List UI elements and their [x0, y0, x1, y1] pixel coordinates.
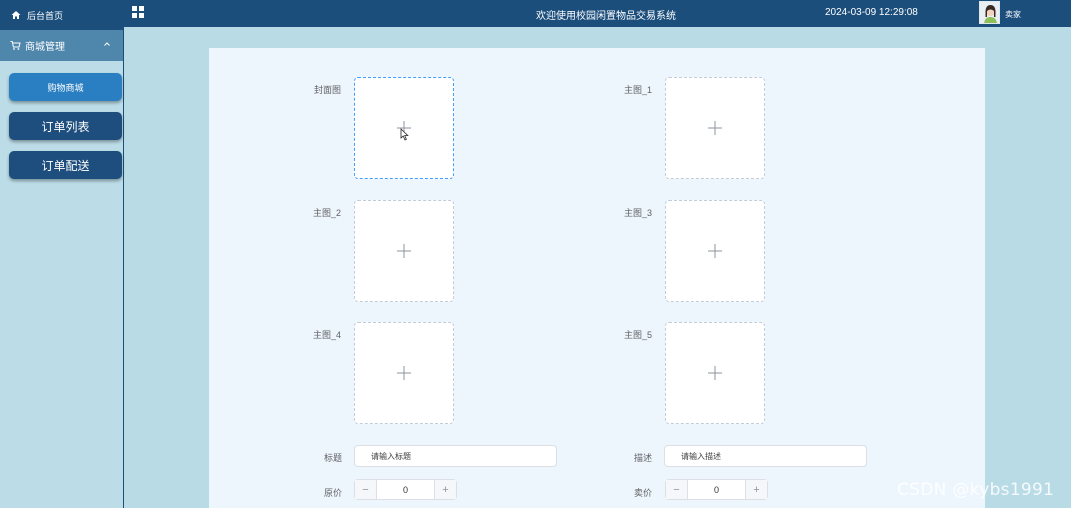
original-price-value[interactable]: 0 — [377, 480, 434, 499]
title-placeholder: 请输入标题 — [371, 451, 411, 461]
avatar[interactable] — [979, 1, 1000, 24]
main1-uploader[interactable] — [665, 77, 765, 179]
main2-uploader[interactable] — [354, 200, 454, 302]
user-name[interactable]: 卖家 — [1005, 9, 1021, 20]
watermark: CSDN @kybs1991 — [897, 480, 1055, 500]
sidebar-item-label: 订单列表 — [41, 119, 90, 134]
main5-uploader[interactable] — [665, 322, 765, 424]
sidebar-home-label: 后台首页 — [27, 10, 64, 21]
plus-icon — [708, 121, 722, 135]
sidebar: 后台首页 商城管理 购物商城 订单列表 订单配送 — [0, 0, 124, 508]
grid-icon[interactable] — [132, 6, 144, 18]
form-panel — [209, 48, 985, 508]
main2-label: 主图_2 — [312, 208, 341, 218]
original-price-label: 原价 — [323, 488, 342, 498]
title-input[interactable]: 请输入标题 — [354, 445, 557, 467]
main5-label: 主图_5 — [623, 330, 652, 340]
sidebar-group-mall[interactable]: 商城管理 — [0, 30, 123, 61]
cover-label: 封面图 — [313, 85, 341, 95]
decrement-button[interactable]: − — [355, 480, 377, 499]
datetime: 2024-03-09 12:29:08 — [825, 7, 918, 18]
description-input[interactable]: 请输入描述 — [664, 445, 867, 467]
cart-icon — [10, 40, 21, 51]
original-price-stepper[interactable]: − 0 + — [354, 479, 457, 500]
title-label: 标题 — [323, 453, 342, 463]
mouse-pointer-icon — [400, 128, 409, 141]
sale-price-value[interactable]: 0 — [688, 480, 745, 499]
main3-label: 主图_3 — [623, 208, 652, 218]
main1-label: 主图_1 — [623, 85, 652, 95]
main3-uploader[interactable] — [665, 200, 765, 302]
sidebar-item-label: 订单配送 — [41, 158, 90, 173]
description-label: 描述 — [633, 453, 652, 463]
decrement-button[interactable]: − — [666, 480, 688, 499]
plus-icon — [397, 244, 411, 258]
top-header: 欢迎使用校园闲置物品交易系统 2024-03-09 12:29:08 卖家 — [124, 0, 1071, 27]
home-icon — [11, 10, 21, 20]
description-placeholder: 请输入描述 — [681, 451, 721, 461]
plus-icon — [397, 366, 411, 380]
increment-button[interactable]: + — [745, 480, 767, 499]
sidebar-group-label: 商城管理 — [25, 42, 65, 53]
page-title: 欢迎使用校园闲置物品交易系统 — [536, 11, 676, 22]
main4-label: 主图_4 — [312, 330, 341, 340]
plus-icon — [708, 366, 722, 380]
sidebar-item-shop[interactable]: 购物商城 — [9, 73, 122, 101]
sidebar-item-label: 购物商城 — [47, 82, 84, 93]
main4-uploader[interactable] — [354, 322, 454, 424]
increment-button[interactable]: + — [434, 480, 456, 499]
sidebar-item-orders[interactable]: 订单列表 — [9, 112, 122, 140]
plus-icon — [708, 244, 722, 258]
sidebar-item-delivery[interactable]: 订单配送 — [9, 151, 122, 179]
sidebar-item-home[interactable]: 后台首页 — [0, 0, 123, 30]
chevron-up-icon — [103, 40, 111, 48]
sale-price-stepper[interactable]: − 0 + — [665, 479, 768, 500]
sale-price-label: 卖价 — [633, 488, 652, 498]
